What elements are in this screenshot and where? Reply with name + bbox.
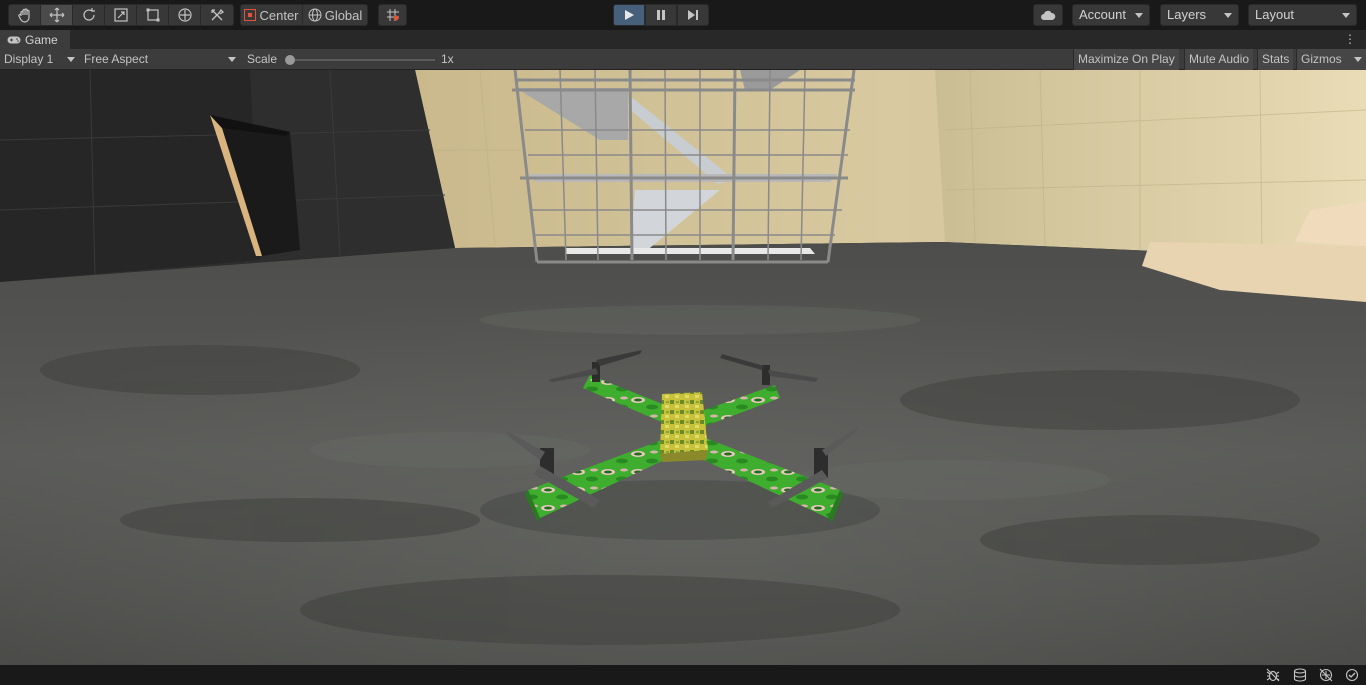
layout-label: Layout (1255, 7, 1295, 22)
grid-snap-group (378, 4, 407, 26)
account-label: Account (1079, 7, 1126, 22)
scale-value: 1x (441, 52, 454, 66)
gizmos-dropdown[interactable]: Gizmos (1296, 49, 1366, 70)
game-viewport[interactable] (0, 70, 1366, 665)
pause-button[interactable] (645, 4, 677, 26)
scale-slider-track[interactable] (290, 59, 435, 61)
pivot-controls: Center Global (240, 4, 368, 26)
scale-slider-handle[interactable] (285, 55, 295, 65)
scale-label: Scale (247, 52, 278, 66)
hand-tool-icon[interactable] (9, 5, 41, 25)
chevron-down-icon (67, 57, 75, 62)
layers-label: Layers (1167, 7, 1207, 22)
pivot-mode-button[interactable]: Center (241, 5, 303, 25)
gizmos-label: Gizmos (1301, 52, 1342, 66)
game-scene (0, 70, 1366, 665)
main-toolbar: Center Global Account Layers Layout (0, 0, 1366, 30)
cloud-icon (1041, 10, 1056, 20)
pivot-rotation-button[interactable]: Global (303, 5, 367, 25)
transform-tools (8, 4, 234, 26)
cache-server-icon[interactable] (1292, 668, 1308, 682)
chevron-down-icon (1354, 57, 1362, 62)
rect-tool-icon[interactable] (137, 5, 169, 25)
aspect-dropdown[interactable]: Free Aspect (80, 49, 240, 70)
pivot-rotation-label: Global (324, 7, 363, 23)
aspect-label: Free Aspect (84, 52, 149, 66)
auto-generate-lighting-icon[interactable] (1318, 668, 1334, 682)
display-label: Display 1 (4, 52, 54, 66)
chevron-down-icon (1224, 13, 1232, 18)
globe-icon (308, 8, 322, 22)
play-icon (625, 10, 634, 20)
transform-tool-icon[interactable] (169, 5, 201, 25)
gamepad-icon (7, 36, 21, 43)
scale-tool-icon[interactable] (105, 5, 137, 25)
tab-game[interactable]: Game (0, 30, 70, 49)
pause-icon (657, 10, 665, 20)
mute-audio-toggle[interactable]: Mute Audio (1184, 49, 1254, 70)
tab-game-label: Game (25, 32, 58, 47)
custom-tools-icon[interactable] (201, 5, 233, 25)
layout-dropdown[interactable]: Layout (1248, 4, 1357, 26)
chevron-down-icon (1342, 13, 1350, 18)
move-tool-icon[interactable] (41, 5, 73, 25)
pivot-center-icon (244, 9, 257, 21)
status-bar (0, 665, 1366, 685)
maximize-on-play-toggle[interactable]: Maximize On Play (1073, 49, 1179, 70)
collab-status-icon[interactable] (1344, 668, 1360, 682)
play-button[interactable] (613, 4, 645, 26)
more-options-icon[interactable]: ⋮ (1344, 33, 1356, 45)
stats-toggle[interactable]: Stats (1257, 49, 1294, 70)
window-tab-bar: Game ⋮ (0, 30, 1366, 49)
step-button[interactable] (677, 4, 709, 26)
layers-dropdown[interactable]: Layers (1160, 4, 1239, 26)
play-controls (613, 4, 709, 26)
step-icon (688, 10, 698, 20)
grid-snap-icon[interactable] (379, 5, 406, 25)
rotate-tool-icon[interactable] (73, 5, 105, 25)
cloud-button[interactable] (1033, 4, 1063, 26)
debug-icon[interactable] (1265, 668, 1281, 682)
display-dropdown[interactable]: Display 1 (0, 49, 78, 70)
chevron-down-icon (1135, 13, 1143, 18)
pivot-mode-label: Center (259, 7, 299, 23)
account-dropdown[interactable]: Account (1072, 4, 1150, 26)
chevron-down-icon (228, 57, 236, 62)
